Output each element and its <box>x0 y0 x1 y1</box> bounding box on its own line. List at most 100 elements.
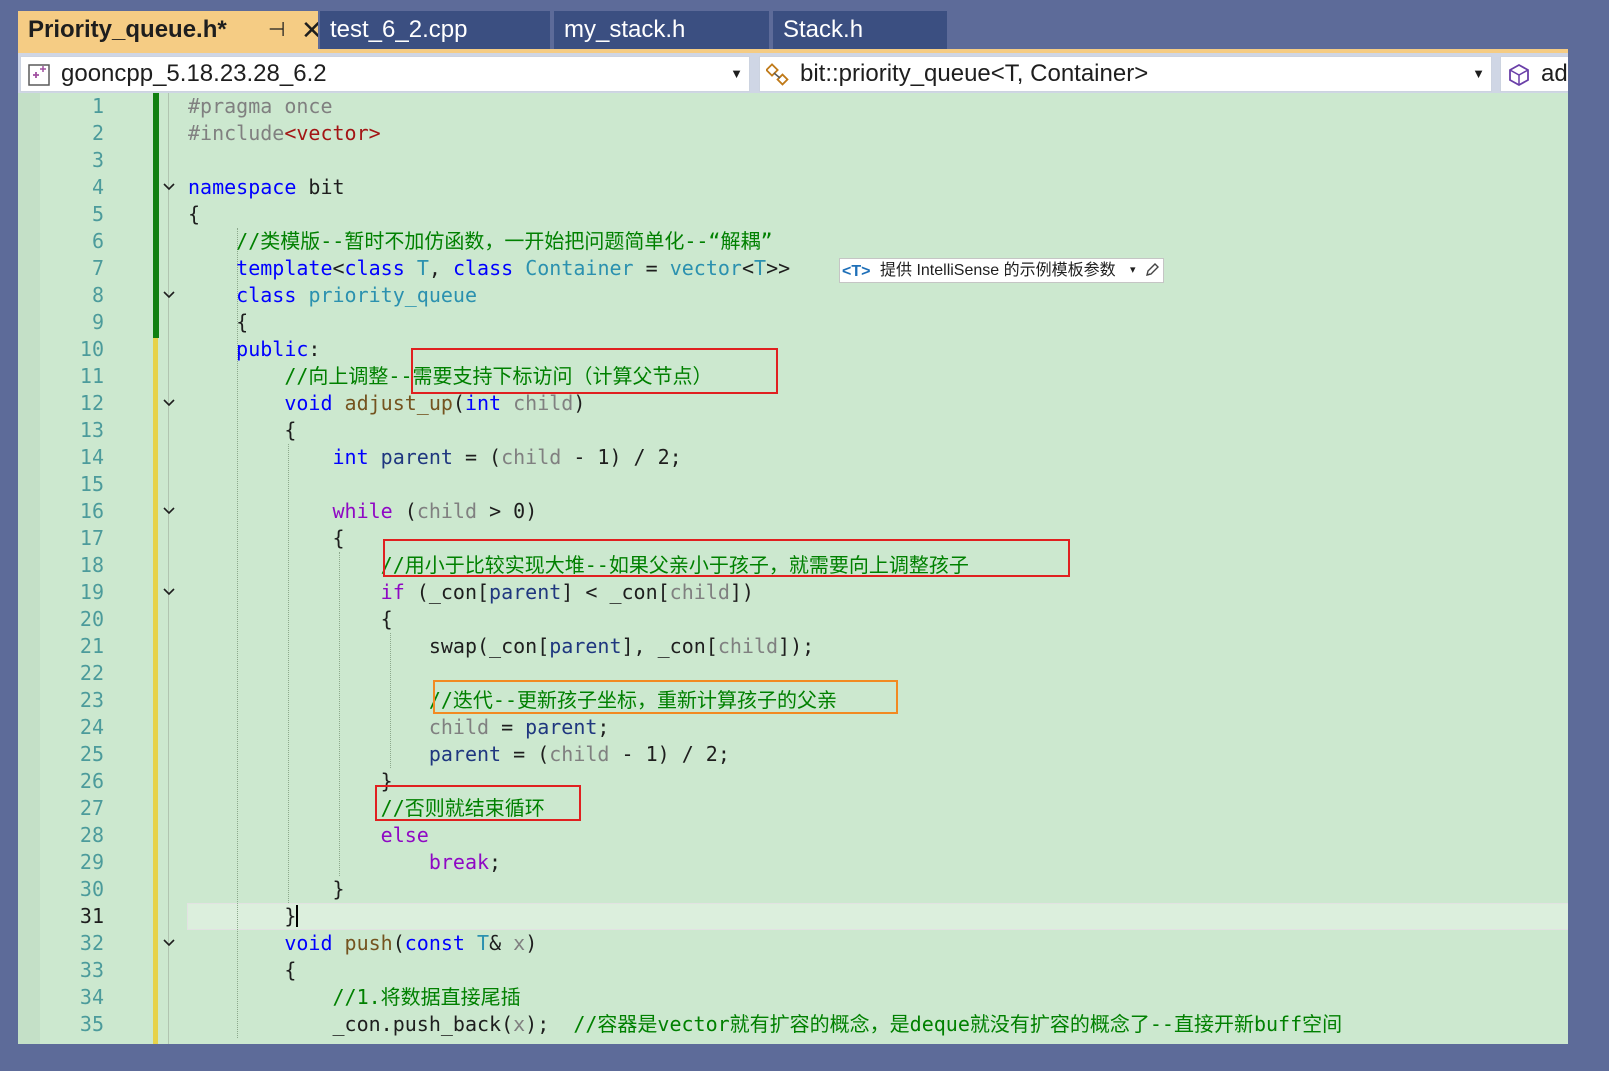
code-line[interactable]: 1 #pragma once <box>18 93 1568 120</box>
edit-pencil-icon[interactable] <box>1144 262 1160 278</box>
tab-label: my_stack.h <box>564 16 686 43</box>
line-number: 10 <box>79 337 104 361</box>
code-text: parent = (child - 1) / 2; <box>188 741 730 768</box>
code-token: x <box>513 1012 526 1036</box>
line-number: 19 <box>79 580 104 604</box>
code-text: { <box>188 417 296 444</box>
code-token: if <box>380 580 405 604</box>
code-line[interactable]: 25 parent = (child - 1) / 2; <box>18 741 1568 768</box>
code-line[interactable]: 32 void push(const T& x) <box>18 930 1568 957</box>
code-editor[interactable]: 1 #pragma once 2 #include<vector> 3 4 namespac… <box>18 93 1568 1044</box>
code-line[interactable]: 31 } <box>18 903 1568 930</box>
tab-priority-queue-h[interactable]: Priority_queue.h* ⊣ ✕ <box>18 11 318 49</box>
code-token: _con.push_back( <box>332 1012 514 1036</box>
line-number: 4 <box>91 175 104 199</box>
code-line[interactable]: 24 child = parent; <box>18 714 1568 741</box>
code-line[interactable]: 8 class priority_queue <box>18 282 1568 309</box>
code-token: child <box>669 580 730 604</box>
code-line[interactable]: 16 while (child > 0) <box>18 498 1568 525</box>
code-token: swap <box>428 634 477 658</box>
code-line[interactable]: 3 <box>18 147 1568 174</box>
code-token: bit <box>296 175 345 199</box>
line-number: 23 <box>79 688 104 712</box>
code-line[interactable]: 30 } <box>18 876 1568 903</box>
intellisense-template-hint[interactable]: <T> 提供 IntelliSense 的示例模板参数 ▾ <box>839 258 1164 283</box>
code-line[interactable]: 6 //类模版--暂时不加仿函数，一开始把问题简单化--“解耦” <box>18 228 1568 255</box>
tab-stack-h[interactable]: Stack.h <box>773 11 947 49</box>
code-line[interactable]: 15 <box>18 471 1568 498</box>
code-line[interactable]: 14 int parent = (child - 1) / 2; <box>18 444 1568 471</box>
code-line[interactable]: 10 public: <box>18 336 1568 363</box>
line-number: 8 <box>91 283 104 307</box>
collapse-chevron-icon[interactable] <box>161 395 177 411</box>
close-icon[interactable]: ✕ <box>301 11 318 49</box>
code-token: class <box>452 256 514 280</box>
code-line[interactable]: 19 if (_con[parent] < _con[child]) <box>18 579 1568 606</box>
line-number: 3 <box>91 148 104 172</box>
code-line[interactable]: 9 { <box>18 309 1568 336</box>
code-token: parent <box>489 580 562 604</box>
code-line[interactable]: 20 { <box>18 606 1568 633</box>
code-token: > 0) <box>477 499 538 523</box>
code-text: { <box>188 525 345 552</box>
code-token: < <box>741 256 755 280</box>
code-text: public: <box>188 336 320 363</box>
annotation-box-adjust-up-comment <box>411 348 778 394</box>
code-line[interactable]: 28 else <box>18 822 1568 849</box>
code-token: { <box>188 526 345 550</box>
code-line[interactable]: 27 //否则就结束循环 <box>18 795 1568 822</box>
code-token: else <box>380 823 429 847</box>
code-text: #pragma once <box>188 93 333 120</box>
member-dropdown[interactable]: ad <box>1500 56 1568 92</box>
line-number: 35 <box>79 1012 104 1036</box>
code-line[interactable]: 35 _con.push_back(x); //容器是vector就有扩容的概念… <box>18 1011 1568 1038</box>
collapse-chevron-icon[interactable] <box>161 179 177 195</box>
project-dropdown[interactable]: gooncpp_5.18.23.28_6.2 ▼ <box>20 56 750 92</box>
code-line[interactable]: 5{ <box>18 201 1568 228</box>
scope-dropdown[interactable]: bit::priority_queue<T, Container> ▼ <box>759 56 1492 92</box>
collapse-chevron-icon[interactable] <box>161 287 177 303</box>
code-text: { <box>188 606 393 633</box>
code-token: class <box>344 256 405 280</box>
code-line[interactable]: 7 template<class T, class Container = ve… <box>18 255 1568 282</box>
tab-label: Stack.h <box>783 16 864 43</box>
chevron-down-icon[interactable]: ▼ <box>1472 57 1485 91</box>
line-number: 17 <box>79 526 104 550</box>
code-text: void push(const T& x) <box>188 930 537 957</box>
code-line[interactable]: 12 void adjust_up(int child) <box>18 390 1568 417</box>
pin-icon[interactable]: ⊣ <box>268 11 285 49</box>
code-text: while (child > 0) <box>188 498 538 525</box>
code-line[interactable]: 34 //1.将数据直接尾插 <box>18 984 1568 1011</box>
line-number: 15 <box>79 472 104 496</box>
chevron-down-icon[interactable]: ▼ <box>730 57 743 91</box>
code-token: { <box>188 607 393 631</box>
code-line[interactable]: 33 { <box>18 957 1568 984</box>
code-line[interactable]: 29 break; <box>18 849 1568 876</box>
code-token: //容器是vector就有扩容的概念，是deque就没有扩容的概念了--直接开新… <box>573 1012 1343 1036</box>
code-line[interactable]: 21 swap(_con[parent], _con[child]); <box>18 633 1568 660</box>
code-text: } <box>188 876 344 903</box>
code-line[interactable]: 4 namespace bit <box>18 174 1568 201</box>
code-line[interactable]: 2 #include<vector> <box>18 120 1568 147</box>
annotation-box-else-comment <box>375 785 581 821</box>
chevron-down-icon[interactable]: ▾ <box>1130 259 1136 282</box>
collapse-chevron-icon[interactable] <box>161 584 177 600</box>
code-token: ; <box>489 850 502 874</box>
code-line[interactable]: 11 //向上调整--需要支持下标访问（计算父节点） <box>18 363 1568 390</box>
collapse-chevron-icon[interactable] <box>161 935 177 951</box>
code-token: child <box>501 445 562 469</box>
code-token: //1.将数据直接尾插 <box>332 985 521 1009</box>
code-line[interactable]: 13 { <box>18 417 1568 444</box>
code-token: <vector> <box>284 121 381 145</box>
code-line[interactable]: 26 } <box>18 768 1568 795</box>
code-text: } <box>188 768 393 795</box>
collapse-chevron-icon[interactable] <box>161 503 177 519</box>
tab-my-stack-h[interactable]: my_stack.h <box>554 11 769 49</box>
tab-test-6-2-cpp[interactable]: test_6_2.cpp <box>320 11 550 49</box>
line-number: 1 <box>91 94 104 118</box>
